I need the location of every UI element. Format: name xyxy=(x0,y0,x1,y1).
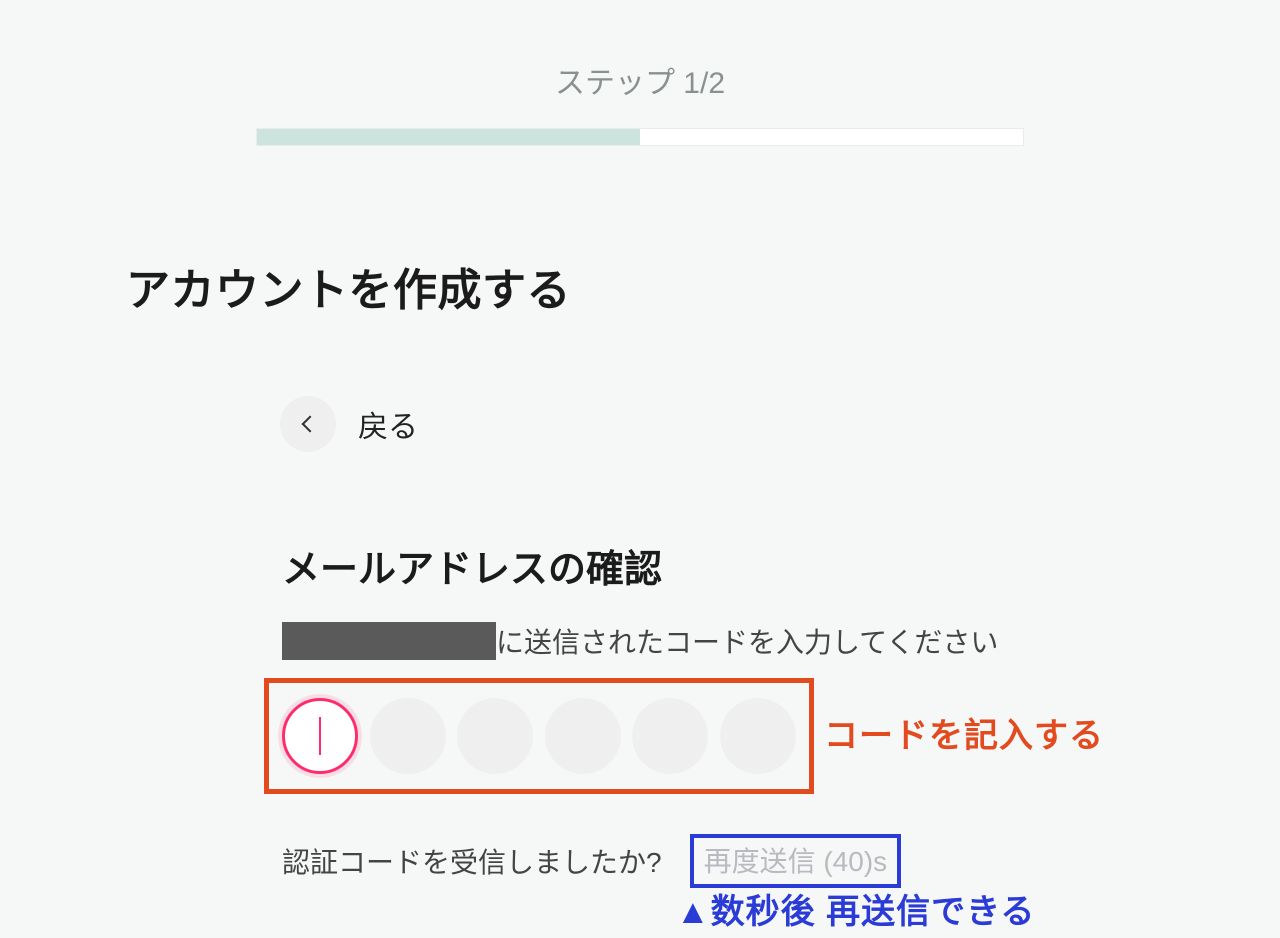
code-input-group[interactable] xyxy=(264,678,814,794)
text-cursor-icon xyxy=(319,717,321,755)
step-indicator: ステップ 1/2 xyxy=(0,58,1280,102)
instruction-row: に送信されたコードを入力してください xyxy=(282,621,1280,661)
resend-link[interactable]: 再度送信 (40)s xyxy=(704,846,888,877)
code-digit-4[interactable] xyxy=(545,698,621,774)
resend-question: 認証コードを受信しましたか? xyxy=(282,841,662,881)
back-label: 戻る xyxy=(358,402,418,446)
page-title: アカウントを作成する xyxy=(126,254,1280,318)
annotation-resend-label: ▲数秒後 再送信できる xyxy=(676,884,1035,933)
code-digit-6[interactable] xyxy=(720,698,796,774)
code-digit-2[interactable] xyxy=(370,698,446,774)
code-digit-5[interactable] xyxy=(632,698,708,774)
progress-fill xyxy=(257,129,640,145)
code-digit-1[interactable] xyxy=(282,698,358,774)
verify-heading: メールアドレスの確認 xyxy=(282,538,1280,593)
chevron-left-icon xyxy=(302,416,319,433)
email-redacted xyxy=(282,622,496,660)
back-circle[interactable] xyxy=(280,396,336,452)
instruction-text: に送信されたコードを入力してください xyxy=(496,621,998,661)
code-digit-3[interactable] xyxy=(457,698,533,774)
back-button[interactable]: 戻る xyxy=(280,396,418,452)
annotation-code-label: コードを記入する xyxy=(824,708,1104,757)
progress-bar xyxy=(256,128,1024,146)
